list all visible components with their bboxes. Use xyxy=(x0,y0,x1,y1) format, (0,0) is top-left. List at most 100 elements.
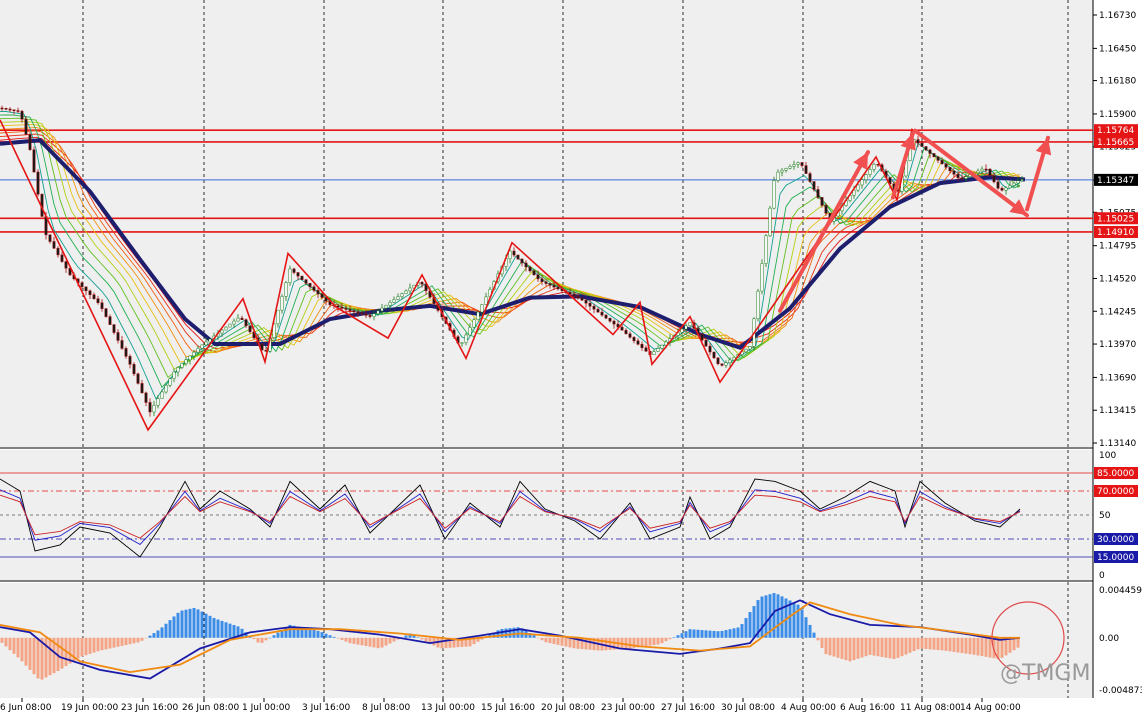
price-tick-label: 1.13140 xyxy=(1099,439,1136,449)
candle-body xyxy=(940,160,944,165)
macd-histogram-bar xyxy=(884,637,888,658)
candle-body xyxy=(596,308,600,313)
candle-body xyxy=(208,338,212,343)
macd-histogram-bar xyxy=(708,630,712,638)
candle-body xyxy=(1004,187,1008,191)
macd-histogram-bar xyxy=(440,637,444,649)
macd-histogram-bar xyxy=(712,630,716,638)
candle-body xyxy=(292,268,296,273)
candle-body xyxy=(640,344,644,349)
macd-histogram-bar xyxy=(108,637,112,649)
price-axis: 1.167301.164501.161801.159001.156251.153… xyxy=(1093,11,1138,449)
candle-body xyxy=(352,310,356,313)
macd-histogram-bar xyxy=(732,628,736,638)
macd-histogram-bar xyxy=(936,637,940,651)
stoch-tick-label: 100 xyxy=(1099,451,1116,461)
macd-histogram-bar xyxy=(908,637,912,653)
candle-body xyxy=(372,313,376,317)
macd-histogram-bar xyxy=(640,637,644,647)
price-tick-label: 1.13415 xyxy=(1099,406,1136,416)
candle-body xyxy=(4,108,8,110)
macd-histogram-bar xyxy=(100,637,104,651)
candle-body xyxy=(984,168,988,171)
candle-body xyxy=(816,189,820,198)
candle-body xyxy=(508,250,512,259)
macd-histogram-bar xyxy=(220,620,224,638)
macd-histogram-bar xyxy=(404,635,408,638)
candle-body xyxy=(248,325,252,333)
candle-body xyxy=(936,156,940,161)
candle-body xyxy=(592,305,596,310)
macd-histogram-bar xyxy=(904,637,908,655)
candle-body xyxy=(760,263,764,292)
candle-body xyxy=(64,261,68,269)
time-tick-label: 4 Aug 00:00 xyxy=(781,703,836,713)
candle-body xyxy=(196,348,200,353)
macd-histogram-bar xyxy=(176,612,180,638)
macd-histogram-bar xyxy=(228,623,232,638)
candle-body xyxy=(520,258,524,264)
candle-body xyxy=(288,268,292,283)
macd-histogram-bar xyxy=(364,637,368,646)
candle-body xyxy=(8,108,12,111)
candle-body xyxy=(384,304,388,309)
chart-canvas[interactable]: 1.167301.164501.161801.159001.156251.153… xyxy=(0,0,1142,714)
macd-histogram-bar xyxy=(684,631,688,638)
candle-body xyxy=(1016,180,1020,184)
candle-body xyxy=(420,282,424,285)
macd-histogram-bar xyxy=(208,615,212,638)
macd-histogram-bar xyxy=(152,633,156,638)
candle-body xyxy=(400,293,404,297)
candle-body xyxy=(476,311,480,320)
price-tick-label: 1.16450 xyxy=(1099,44,1136,54)
candle-body xyxy=(176,367,180,373)
candle-body xyxy=(516,254,520,260)
candle-body xyxy=(632,337,636,342)
macd-histogram-bar xyxy=(844,637,848,661)
macd-histogram-bar xyxy=(896,637,900,658)
candle-body xyxy=(708,345,712,353)
candle-body xyxy=(308,282,312,288)
macd-histogram-bar xyxy=(384,637,388,646)
candle-body xyxy=(680,328,684,333)
macd-histogram-bar xyxy=(536,637,540,639)
macd-histogram-bar xyxy=(48,637,52,676)
macd-histogram-bar xyxy=(976,637,980,656)
macd-histogram-bar xyxy=(960,637,964,654)
candle-body xyxy=(280,296,284,311)
macd-histogram-bar xyxy=(672,637,676,638)
macd-histogram-bar xyxy=(792,602,796,638)
macd-histogram-bar xyxy=(112,637,116,648)
macd-histogram-bar xyxy=(240,628,244,638)
candle-body xyxy=(784,168,788,171)
candle-body xyxy=(312,286,316,291)
candle-body xyxy=(136,373,140,384)
macd-histogram-bar xyxy=(972,637,976,655)
candle-body xyxy=(988,168,992,176)
candle-body xyxy=(168,378,172,386)
macd-histogram-bar xyxy=(780,596,784,638)
candle-body xyxy=(956,174,960,179)
candle-body xyxy=(100,302,104,309)
candle-body xyxy=(576,295,580,299)
macd-histogram-bar xyxy=(804,617,808,638)
candle-body xyxy=(480,304,484,313)
candle-body xyxy=(164,385,168,393)
candle-body xyxy=(796,162,800,165)
macd-histogram-bar xyxy=(116,637,120,647)
macd-histogram-bar xyxy=(180,610,184,638)
current-price-label: 1.15347 xyxy=(1097,176,1134,186)
candle-body xyxy=(484,296,488,305)
candle-body xyxy=(744,348,748,353)
price-tick-label: 1.15900 xyxy=(1099,110,1136,120)
macd-histogram-bar xyxy=(788,600,792,638)
candle-body xyxy=(376,310,380,315)
macd-histogram-bar xyxy=(32,637,36,675)
macd-histogram-bar xyxy=(748,612,752,638)
time-tick-label: 6 Jun 08:00 xyxy=(0,703,52,713)
level-tag-label: 1.15764 xyxy=(1097,126,1134,136)
candle-body xyxy=(720,363,724,366)
candle-body xyxy=(156,398,160,406)
candle-body xyxy=(824,205,828,214)
candle-body xyxy=(524,262,528,268)
